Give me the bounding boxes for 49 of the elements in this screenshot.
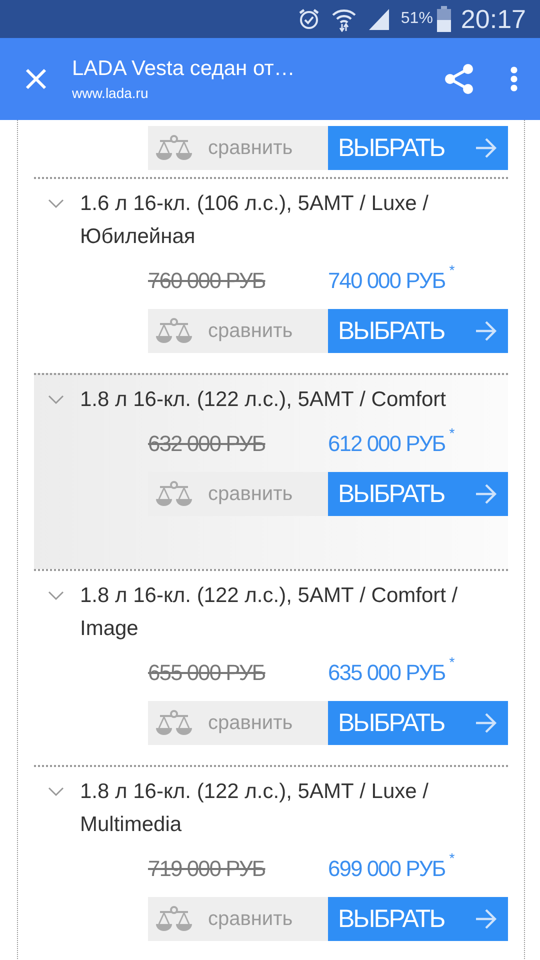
trim-title: 1.8 л 16-кл. (122 л.с.), 5АМТ / Comfort <box>80 387 447 413</box>
compare-button[interactable]: сравнить <box>148 897 328 941</box>
select-button[interactable]: ВЫБРАТЬ <box>328 472 508 516</box>
footnote-mark: * <box>449 262 455 278</box>
select-button[interactable]: ВЫБРАТЬ <box>328 126 508 170</box>
trim-title: 1.6 л 16-кл. (106 л.с.), 5АМТ / Luxe / Юбилейная <box>80 191 430 250</box>
old-price: 655 000 РУБ <box>148 660 266 686</box>
footnote-mark: * <box>449 654 455 670</box>
select-button[interactable]: ВЫБРАТЬ <box>328 701 508 745</box>
page-url: www.lada.ru <box>72 85 150 101</box>
arrow-right-icon <box>474 136 498 160</box>
clock-time: 20:17 <box>460 4 526 34</box>
sale-price: 635 000 РУБ <box>328 660 446 686</box>
sale-price: 699 000 РУБ <box>328 856 446 882</box>
scales-icon <box>154 708 194 738</box>
arrow-right-icon <box>474 711 498 735</box>
old-price: 719 000 РУБ <box>148 856 266 882</box>
compare-button[interactable]: сравнить <box>148 701 328 745</box>
chevron-down-icon[interactable] <box>48 591 64 601</box>
trim-title: 1.8 л 16-кл. (122 л.с.), 5АМТ / Comfort / Image <box>80 583 459 642</box>
share-icon[interactable] <box>444 64 474 94</box>
scales-icon <box>154 133 194 163</box>
page-title: LADA Vesta седан от… <box>72 57 296 81</box>
compare-button[interactable]: сравнить <box>148 309 328 353</box>
battery-percent: 51% <box>400 10 433 28</box>
alarm-icon <box>296 7 321 31</box>
chevron-down-icon[interactable] <box>48 395 64 405</box>
scales-icon <box>154 316 194 346</box>
compare-button[interactable]: сравнить <box>148 126 328 170</box>
arrow-right-icon <box>474 482 498 506</box>
chevron-down-icon[interactable] <box>48 199 64 209</box>
old-price: 632 000 РУБ <box>148 431 266 457</box>
battery-icon <box>436 6 451 32</box>
close-icon[interactable] <box>24 67 48 91</box>
sale-price: 740 000 РУБ <box>328 268 446 294</box>
trim-title: 1.8 л 16-кл. (122 л.с.), 5АМТ / Luxe / Multimedia <box>80 779 430 838</box>
scales-icon <box>154 904 194 934</box>
footnote-mark: * <box>449 425 455 441</box>
select-button[interactable]: ВЫБРАТЬ <box>328 309 508 353</box>
scales-icon <box>154 479 194 509</box>
arrow-right-icon <box>474 907 498 931</box>
select-button[interactable]: ВЫБРАТЬ <box>328 897 508 941</box>
more-icon[interactable] <box>510 66 518 92</box>
arrow-right-icon <box>474 319 498 343</box>
chevron-down-icon[interactable] <box>48 787 64 797</box>
footnote-mark: * <box>449 850 455 866</box>
old-price: 760 000 РУБ <box>148 268 266 294</box>
signal-icon <box>366 7 391 31</box>
sale-price: 612 000 РУБ <box>328 431 446 457</box>
